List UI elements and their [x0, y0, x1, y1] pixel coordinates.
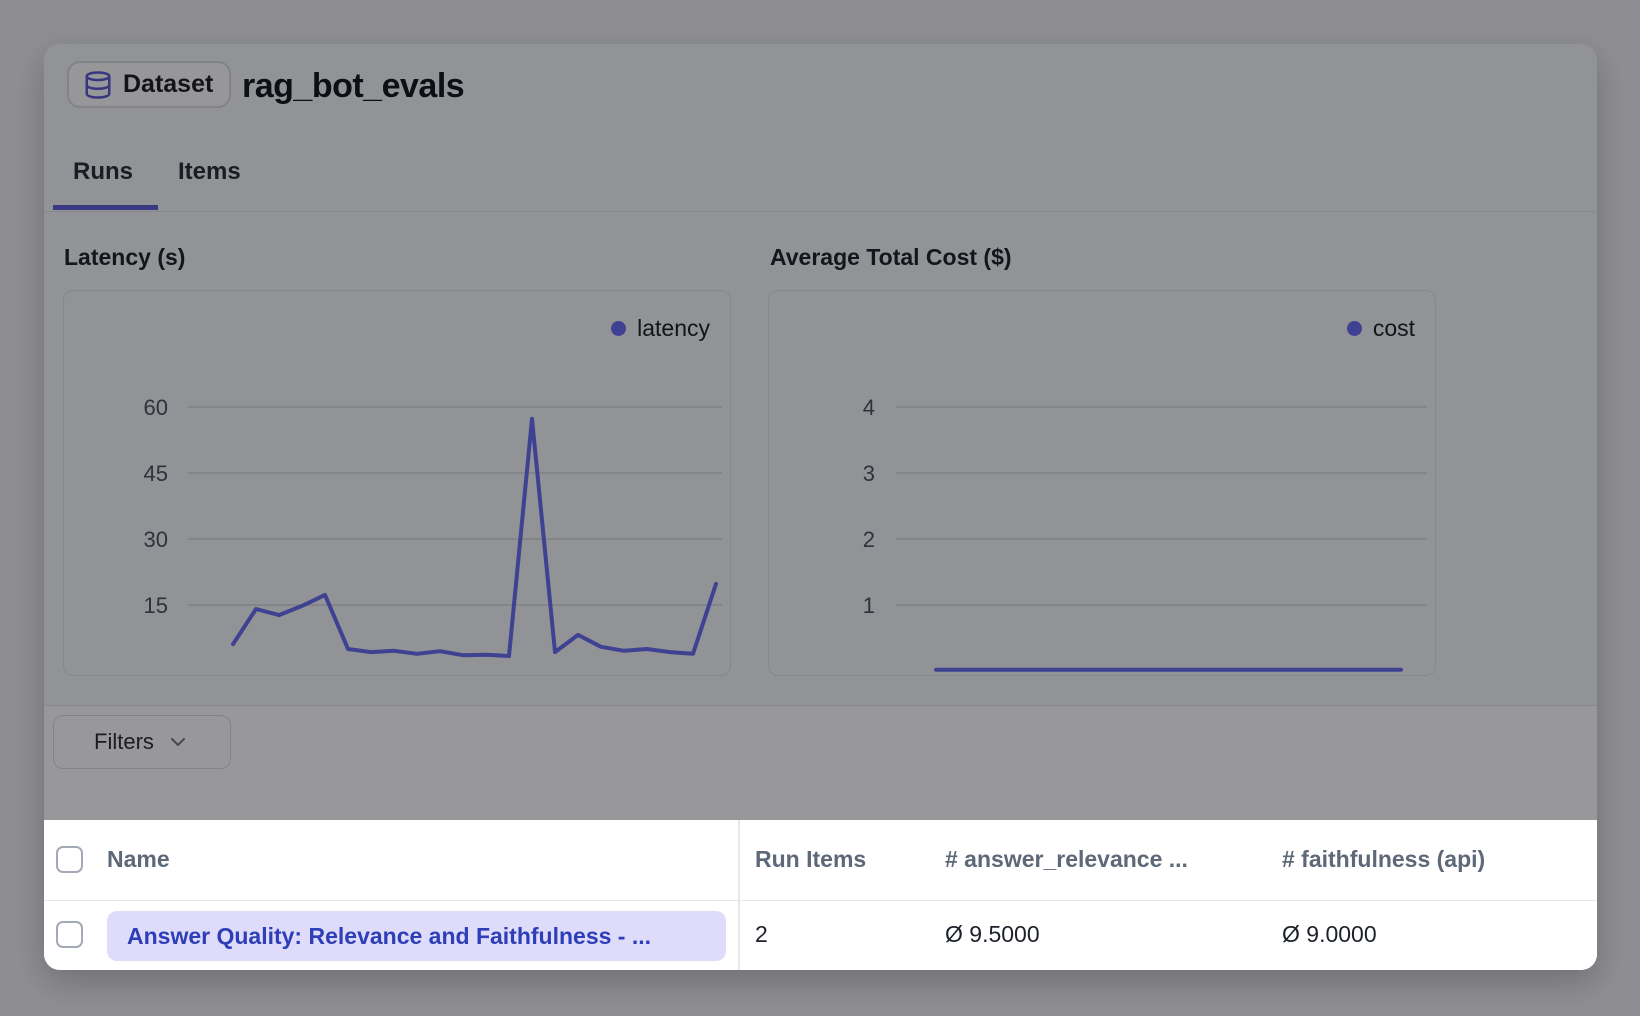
table-row[interactable]: Answer Quality: Relevance and Faithfulne…	[44, 901, 1597, 970]
cost-line-chart: 4 3 2 1	[769, 291, 1434, 674]
svg-text:45: 45	[144, 461, 168, 486]
svg-text:60: 60	[144, 395, 168, 420]
answer-relevance-value: Ø 9.5000	[945, 921, 1040, 948]
cost-chart-panel: 4 3 2 1 cost	[768, 290, 1436, 676]
tab-items[interactable]: Items	[178, 158, 241, 186]
latency-legend-label: latency	[637, 315, 710, 342]
column-header-faithfulness[interactable]: # faithfulness (api)	[1282, 846, 1485, 873]
chevron-down-icon	[166, 730, 190, 754]
run-name-link[interactable]: Answer Quality: Relevance and Faithfulne…	[107, 911, 726, 961]
active-tab-underline	[53, 205, 158, 210]
latency-chart-panel: 60 45 30 15 latency	[63, 290, 731, 676]
svg-text:15: 15	[144, 593, 168, 618]
cost-legend-label: cost	[1373, 315, 1415, 342]
cost-legend-dot-icon	[1347, 321, 1362, 336]
charts-section: Latency (s) Average Total Cost ($) 60 45 3…	[44, 212, 1597, 705]
run-items-value: 2	[755, 921, 768, 948]
faithfulness-value: Ø 9.0000	[1282, 921, 1377, 948]
table-header-row: Name Run Items # answer_relevance ... # …	[44, 820, 1597, 901]
cost-chart-title: Average Total Cost ($)	[770, 244, 1012, 271]
run-name-label: Answer Quality: Relevance and Faithfulne…	[127, 923, 651, 950]
column-header-answer-relevance[interactable]: # answer_relevance ...	[945, 846, 1188, 873]
filters-strip: Filters	[44, 705, 1597, 820]
row-checkbox[interactable]	[56, 921, 83, 948]
database-icon	[83, 69, 113, 101]
tab-runs[interactable]: Runs	[73, 158, 133, 186]
page-title: rag_bot_evals	[242, 67, 464, 106]
filters-button-label: Filters	[94, 729, 154, 755]
badge-label: Dataset	[123, 70, 213, 99]
svg-text:3: 3	[863, 461, 875, 486]
svg-text:2: 2	[863, 527, 875, 552]
latency-legend: latency	[611, 315, 710, 342]
column-header-run-items[interactable]: Run Items	[755, 846, 866, 873]
filters-button[interactable]: Filters	[53, 715, 231, 769]
svg-text:4: 4	[863, 395, 875, 420]
cost-legend: cost	[1347, 315, 1415, 342]
select-all-checkbox[interactable]	[56, 846, 83, 873]
latency-legend-dot-icon	[611, 321, 626, 336]
latency-line-chart: 60 45 30 15	[64, 291, 729, 674]
svg-text:30: 30	[144, 527, 168, 552]
svg-text:1: 1	[863, 593, 875, 618]
app-screenshot: Dataset rag_bot_evals Runs Items Latency…	[0, 0, 1640, 1016]
tabs-bar: Runs Items	[44, 144, 1597, 212]
runs-table: Name Run Items # answer_relevance ... # …	[44, 820, 1597, 970]
latency-chart-title: Latency (s)	[64, 244, 185, 271]
dataset-badge: Dataset	[67, 61, 231, 108]
column-header-name[interactable]: Name	[107, 846, 170, 873]
